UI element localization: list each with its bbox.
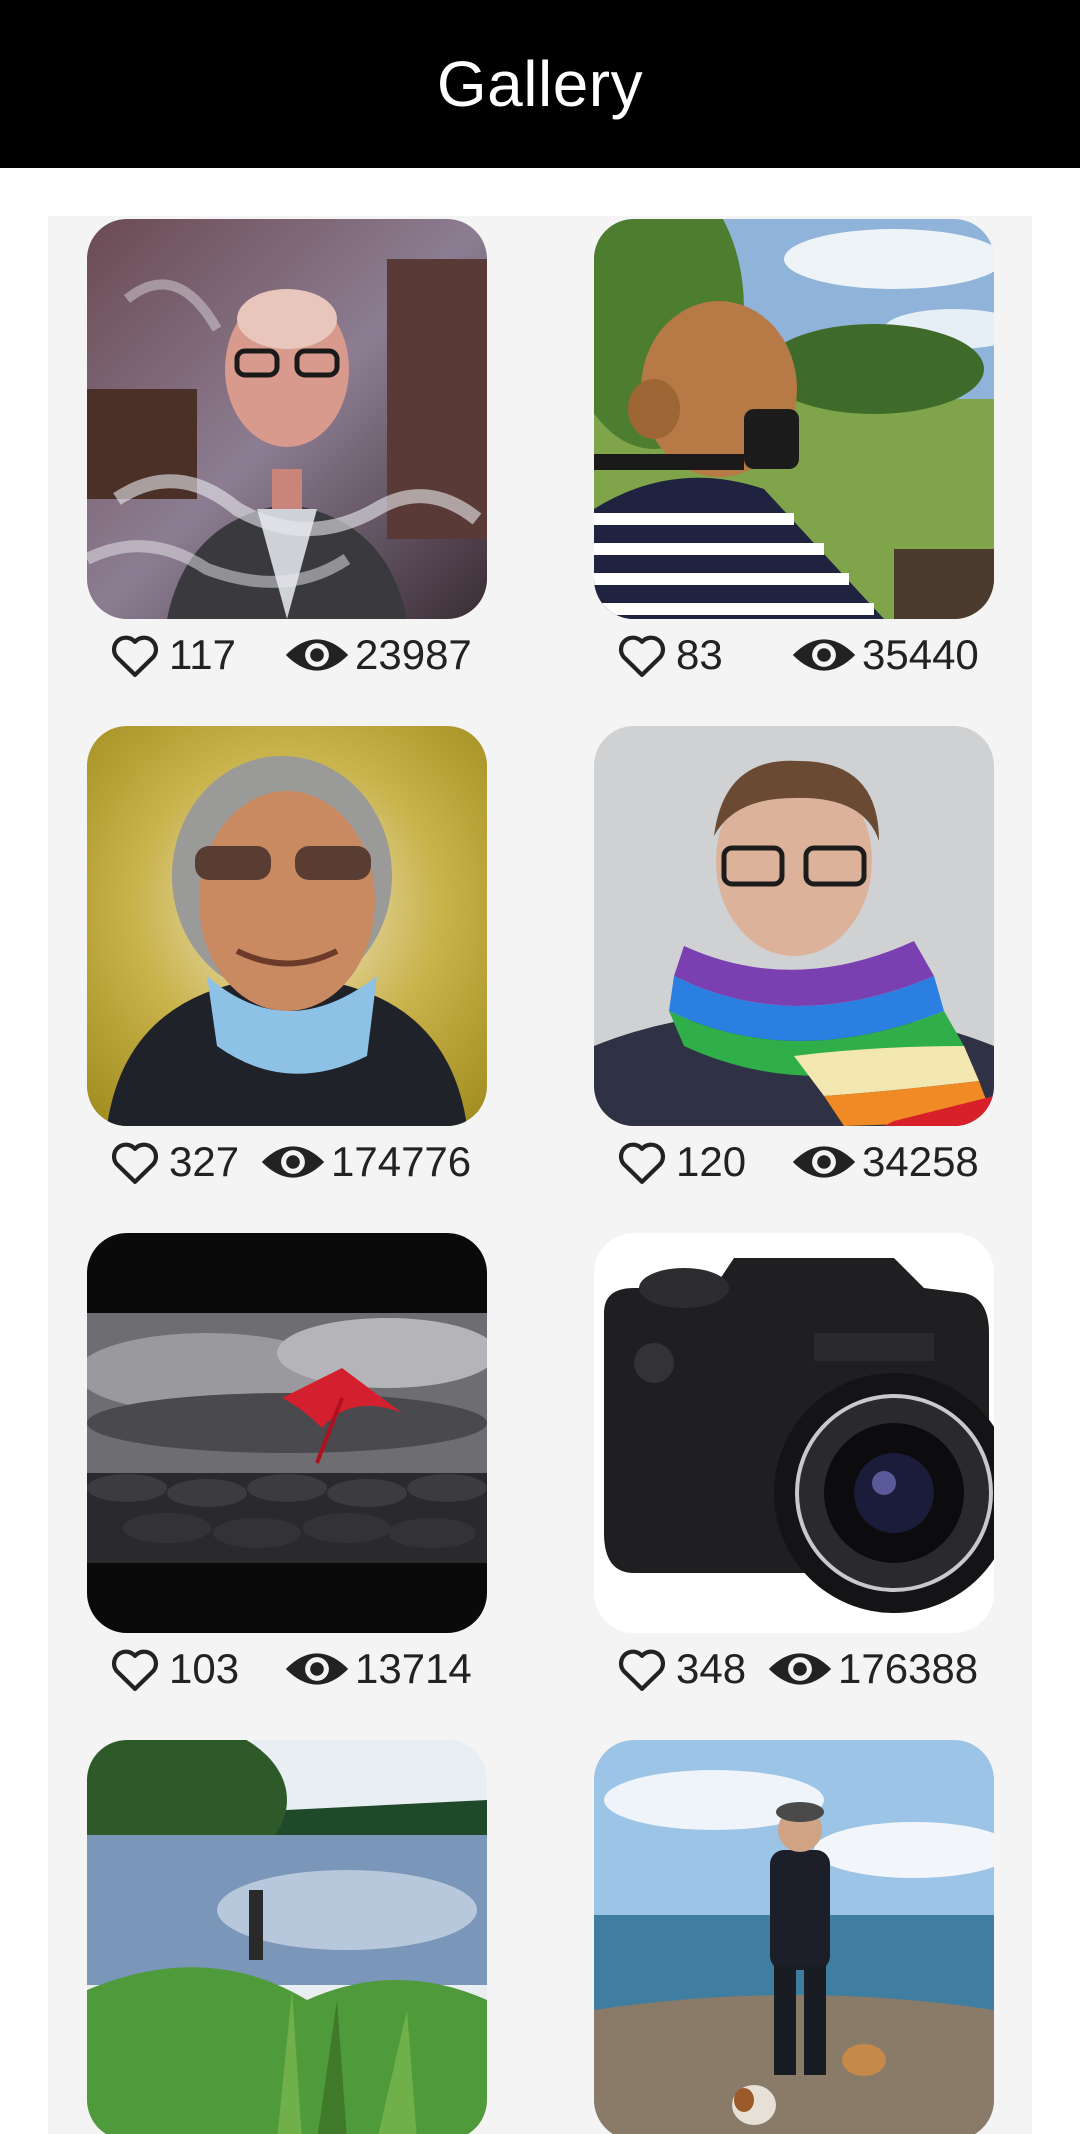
photo-thumbnail-man-with-dogs[interactable] [594, 1740, 994, 2134]
heart-outline-icon [618, 635, 666, 677]
views-stat: 176388 [766, 1637, 978, 1701]
likes-count: 103 [169, 1645, 240, 1692]
views-count: 13714 [355, 1645, 472, 1692]
photo-thumbnail-man-with-mask[interactable] [87, 726, 487, 1126]
views-count: 35440 [862, 631, 979, 678]
views-stat: 13714 [283, 1637, 472, 1701]
photo-stats: 120 34258 [594, 1130, 994, 1194]
views-count: 34258 [862, 1138, 979, 1185]
page-title: Gallery [436, 48, 644, 120]
heart-outline-icon [111, 1649, 159, 1691]
app-bar: Gallery [0, 0, 1080, 168]
heart-outline-icon [111, 1142, 159, 1184]
likes-stat[interactable]: 103 [105, 1637, 239, 1701]
likes-stat[interactable]: 327 [105, 1130, 239, 1194]
likes-count: 83 [676, 631, 723, 678]
likes-count: 327 [169, 1138, 240, 1185]
eye-icon [768, 1653, 832, 1685]
eye-icon [792, 1146, 856, 1178]
photo-stats: 83 35440 [594, 623, 994, 687]
eye-icon [285, 639, 349, 671]
photo-thumbnail-man-in-smoke[interactable] [87, 219, 487, 619]
photo-grid[interactable]: 117 23987 83 35440 327 174776 120 34258 … [48, 216, 1032, 2134]
views-count: 23987 [355, 631, 472, 678]
likes-stat[interactable]: 83 [612, 623, 723, 687]
heart-outline-icon [618, 1649, 666, 1691]
eye-icon [792, 639, 856, 671]
photo-stats: 117 23987 [87, 623, 487, 687]
views-count: 174776 [331, 1138, 472, 1185]
views-stat: 174776 [259, 1130, 471, 1194]
views-stat: 23987 [283, 623, 472, 687]
eye-icon [261, 1146, 325, 1178]
likes-stat[interactable]: 348 [612, 1637, 746, 1701]
photo-thumbnail-camera[interactable] [594, 1233, 994, 1633]
heart-outline-icon [111, 635, 159, 677]
photo-thumbnail-woman-photographer[interactable] [594, 219, 994, 619]
photo-stats: 103 13714 [87, 1637, 487, 1701]
photo-stats: 348 176388 [594, 1637, 994, 1701]
photo-thumbnail-red-umbrella[interactable] [87, 1233, 487, 1633]
views-stat: 35440 [790, 623, 979, 687]
views-stat: 34258 [790, 1130, 979, 1194]
likes-count: 117 [169, 631, 236, 678]
photo-stats: 327 174776 [87, 1130, 487, 1194]
heart-outline-icon [618, 1142, 666, 1184]
likes-count: 348 [676, 1645, 747, 1692]
eye-icon [285, 1653, 349, 1685]
views-count: 176388 [838, 1645, 979, 1692]
likes-stat[interactable]: 117 [105, 623, 236, 687]
likes-stat[interactable]: 120 [612, 1130, 746, 1194]
likes-count: 120 [676, 1138, 747, 1185]
photo-thumbnail-man-rainbow-scarf[interactable] [594, 726, 994, 1126]
photo-thumbnail-lake[interactable] [87, 1740, 487, 2134]
